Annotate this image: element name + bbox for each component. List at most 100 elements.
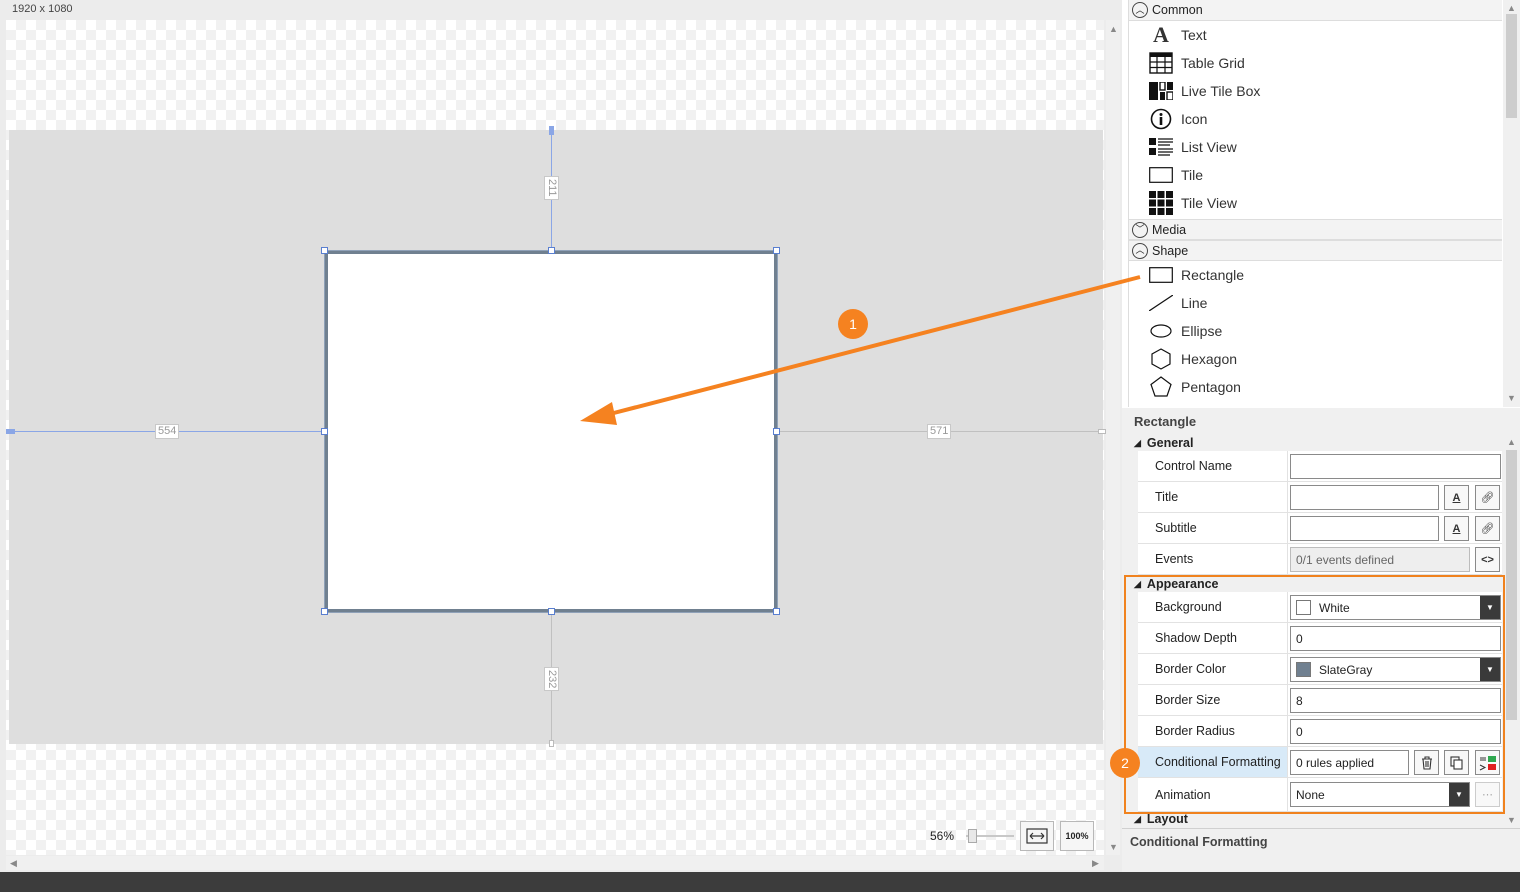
scroll-down-arrow-icon[interactable]: ▼	[1507, 393, 1516, 403]
resize-handle-bottom-right[interactable]	[773, 608, 780, 615]
properties-title: Rectangle	[1134, 414, 1197, 429]
toolbox-item-live-tile-box[interactable]: Live Tile Box	[1129, 77, 1502, 105]
info-circle-icon	[1149, 108, 1173, 130]
hexagon-icon	[1149, 348, 1173, 370]
subtitle-format-button[interactable]: A	[1444, 516, 1469, 541]
live-tile-box-icon	[1149, 80, 1173, 102]
title-format-button[interactable]: A	[1444, 485, 1469, 510]
right-guide-handle[interactable]	[1098, 429, 1106, 434]
toolbox-item-label: Tile View	[1181, 195, 1238, 211]
events-edit-button[interactable]: <>	[1475, 547, 1500, 572]
fit-to-screen-button[interactable]	[1020, 821, 1054, 851]
code-brackets-icon: <>	[1481, 553, 1494, 566]
toolbox-item-pentagon[interactable]: Pentagon	[1129, 373, 1502, 401]
property-subtitle: Subtitle A 🔗︎	[1138, 513, 1502, 544]
toolbox-item-hexagon[interactable]: Hexagon	[1129, 345, 1502, 373]
resize-handle-top-right[interactable]	[773, 247, 780, 254]
canvas-vertical-scrollbar[interactable]: ▲ ▼	[1106, 20, 1120, 855]
title-bind-button[interactable]: 🔗︎	[1475, 485, 1500, 510]
resolution-label: 1920 x 1080	[12, 3, 73, 15]
text-icon: A	[1153, 22, 1169, 47]
title-input[interactable]	[1290, 485, 1439, 510]
canvas-horizontal-scrollbar[interactable]: ◀ ▶	[6, 856, 1104, 870]
section-general-header[interactable]: ◢ General	[1134, 434, 1193, 452]
zoom-slider[interactable]	[966, 829, 1014, 843]
expand-chevron-icon: ﹀	[1132, 221, 1148, 238]
selected-rectangle-shape[interactable]	[324, 250, 778, 613]
toolbox-item-tile[interactable]: Tile	[1129, 161, 1502, 189]
scroll-up-arrow-icon[interactable]: ▲	[1109, 24, 1118, 34]
toolbox-item-text[interactable]: A Text	[1129, 21, 1502, 49]
toolbox-item-label: Tile	[1181, 167, 1204, 183]
property-title: Title A 🔗︎	[1138, 482, 1502, 513]
toolbox-item-label: Hexagon	[1181, 351, 1238, 367]
property-label: Title	[1138, 482, 1288, 512]
panel-divider	[1122, 828, 1520, 829]
section-label: Layout	[1146, 812, 1188, 826]
right-distance-label: 571	[927, 424, 952, 439]
properties-scrollbar[interactable]: ▲ ▼	[1503, 434, 1520, 828]
step-badge-1: 1	[838, 309, 868, 339]
top-guide-handle[interactable]	[549, 126, 554, 135]
toolbox-item-line[interactable]: Line	[1129, 289, 1502, 317]
resize-handle-top-left[interactable]	[321, 247, 328, 254]
zoom-100-button[interactable]: 100%	[1060, 821, 1094, 851]
subtitle-input[interactable]	[1290, 516, 1439, 541]
zoom-slider-thumb[interactable]	[968, 829, 977, 843]
scroll-right-arrow-icon[interactable]: ▶	[1092, 858, 1099, 868]
toolbox-group-shape[interactable]: ︿ Shape	[1129, 240, 1502, 261]
group-label: Common	[1152, 3, 1203, 17]
scroll-left-arrow-icon[interactable]: ◀	[10, 858, 17, 868]
left-guide-handle[interactable]	[6, 429, 15, 434]
toolbox-item-icon[interactable]: Icon	[1129, 105, 1502, 133]
resize-handle-top[interactable]	[548, 247, 555, 254]
pentagon-icon	[1149, 376, 1173, 398]
property-control-name: Control Name	[1138, 451, 1502, 482]
scroll-down-arrow-icon[interactable]: ▼	[1109, 842, 1118, 852]
toolbox-group-common[interactable]: ︿ Common	[1129, 0, 1502, 21]
toolbox-item-ellipse[interactable]: Ellipse	[1129, 317, 1502, 345]
collapse-triangle-icon: ◢	[1134, 437, 1141, 448]
toolbox-panel: ︿ Common A Text Table Grid Live Tile Box…	[1128, 0, 1502, 407]
bottom-guide-handle[interactable]	[549, 740, 554, 747]
link-icon: 🔗︎	[1480, 523, 1495, 535]
appearance-highlight-box	[1124, 575, 1505, 814]
left-distance-label: 554	[155, 424, 180, 439]
scroll-down-arrow-icon[interactable]: ▼	[1507, 815, 1516, 825]
taskbar	[0, 872, 1520, 892]
toolbox-item-list-view[interactable]: List View	[1129, 133, 1502, 161]
group-label: Media	[1152, 222, 1187, 237]
fit-width-icon	[1026, 828, 1048, 844]
events-field: 0/1 events defined	[1290, 547, 1470, 572]
resize-handle-right[interactable]	[773, 428, 780, 435]
table-grid-icon	[1149, 52, 1173, 74]
scroll-up-arrow-icon[interactable]: ▲	[1507, 3, 1516, 13]
text-format-icon: A	[1452, 491, 1461, 504]
bottom-distance-label: 232	[544, 667, 559, 692]
toolbox-item-label: Table Grid	[1181, 55, 1245, 71]
toolbox-item-label: Pentagon	[1181, 379, 1241, 395]
toolbox-item-rectangle[interactable]: Rectangle	[1129, 261, 1502, 289]
toolbox-item-table-grid[interactable]: Table Grid	[1129, 49, 1502, 77]
zoom-level: 56%	[930, 829, 955, 843]
toolbox-scrollbar[interactable]: ▲ ▼	[1503, 0, 1520, 407]
toolbox-item-label: Line	[1181, 295, 1208, 311]
control-name-input[interactable]	[1290, 454, 1501, 479]
link-icon: 🔗︎	[1480, 492, 1495, 504]
resize-handle-bottom-left[interactable]	[321, 608, 328, 615]
subtitle-bind-button[interactable]: 🔗︎	[1475, 516, 1500, 541]
resize-handle-bottom[interactable]	[548, 608, 555, 615]
property-label: Events	[1138, 544, 1288, 574]
toolbox-item-label: Text	[1181, 27, 1207, 43]
properties-scrollbar-thumb[interactable]	[1506, 450, 1517, 720]
collapse-chevron-icon: ︿	[1132, 2, 1148, 18]
scroll-up-arrow-icon[interactable]: ▲	[1507, 437, 1516, 447]
resize-handle-left[interactable]	[321, 428, 328, 435]
design-canvas-area: 1920 x 1080 211 554 571 232 ▲ ▼ ◀ ▶ 56% …	[0, 0, 1122, 872]
toolbox-scrollbar-thumb[interactable]	[1506, 14, 1517, 118]
toolbox-group-media[interactable]: ﹀ Media	[1129, 219, 1502, 240]
collapse-triangle-icon: ◢	[1134, 813, 1141, 824]
collapse-chevron-icon: ︿	[1132, 242, 1148, 259]
toolbox-item-tile-view[interactable]: Tile View	[1129, 189, 1502, 217]
text-format-icon: A	[1452, 522, 1461, 535]
